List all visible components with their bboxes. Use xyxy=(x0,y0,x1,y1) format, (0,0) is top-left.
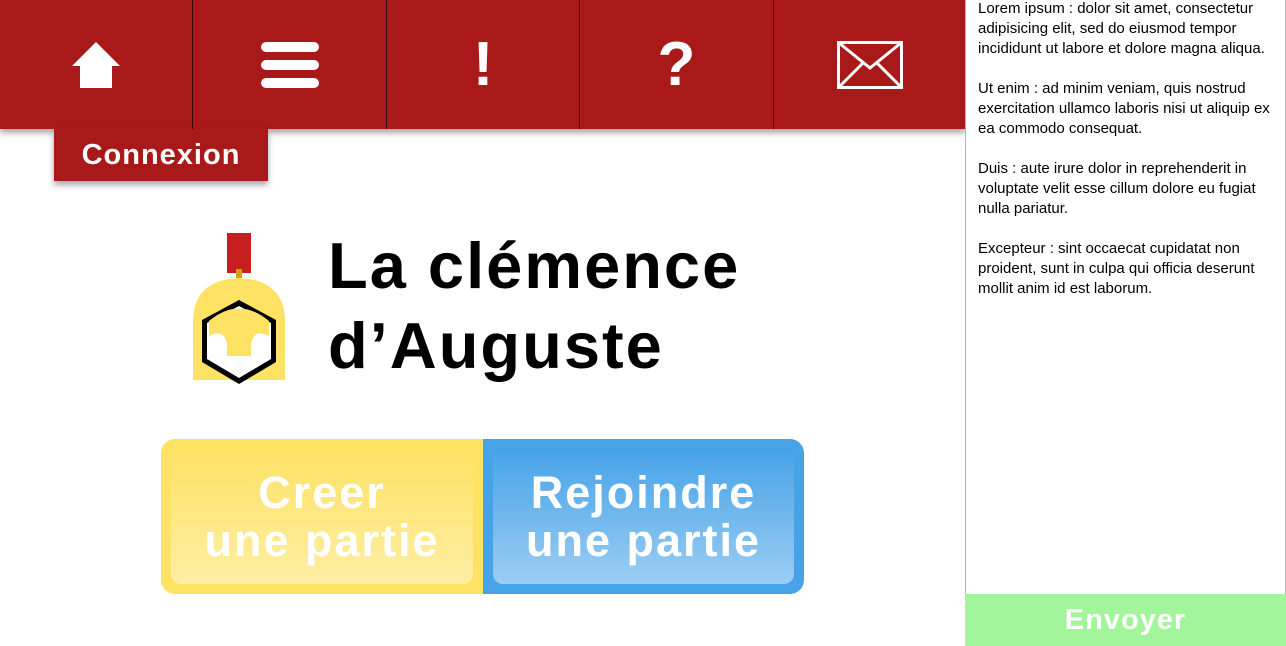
page-title: La clémence d’Auguste xyxy=(328,226,888,386)
send-button[interactable]: Envoyer xyxy=(965,594,1286,646)
game-actions: Creer une partie Rejoindre une partie xyxy=(161,439,804,594)
create-label-line-2: une partie xyxy=(204,514,440,566)
mail-button[interactable] xyxy=(774,0,966,129)
exclamation-icon: ! xyxy=(472,29,494,99)
title-line-1: La clémence xyxy=(328,229,741,302)
create-label-line-1: Creer xyxy=(258,466,386,518)
chat-message: Excepteur : sint occaecat cupidatat non … xyxy=(978,240,1255,297)
envelope-icon xyxy=(836,40,903,89)
alert-button[interactable]: ! xyxy=(387,0,581,129)
join-label-line-2: une partie xyxy=(525,514,762,566)
chat-message: Duis : aute irure dolor in reprehenderit… xyxy=(978,160,1256,217)
help-button[interactable]: ? xyxy=(580,0,774,129)
question-icon: ? xyxy=(657,29,696,99)
title-line-2: d’Auguste xyxy=(328,309,664,382)
connexion-button[interactable]: Connexion xyxy=(54,129,268,181)
create-game-button[interactable]: Creer une partie xyxy=(161,439,483,594)
chat-panel[interactable]: Lorem ipsum : dolor sit amet, consectetu… xyxy=(965,0,1286,595)
join-label-line-1: Rejoindre xyxy=(530,466,757,518)
join-game-button[interactable]: Rejoindre une partie xyxy=(483,439,804,594)
chat-message: Lorem ipsum : dolor sit amet, consectetu… xyxy=(978,0,1265,57)
top-nav-bar: ! ? xyxy=(0,0,966,129)
menu-button[interactable] xyxy=(193,0,387,129)
menu-icon xyxy=(260,41,319,88)
chat-message: Ut enim : ad minim veniam, quis nostrud … xyxy=(978,80,1270,137)
helmet-logo-icon xyxy=(193,233,285,384)
home-button[interactable] xyxy=(0,0,194,129)
home-icon xyxy=(72,41,121,88)
